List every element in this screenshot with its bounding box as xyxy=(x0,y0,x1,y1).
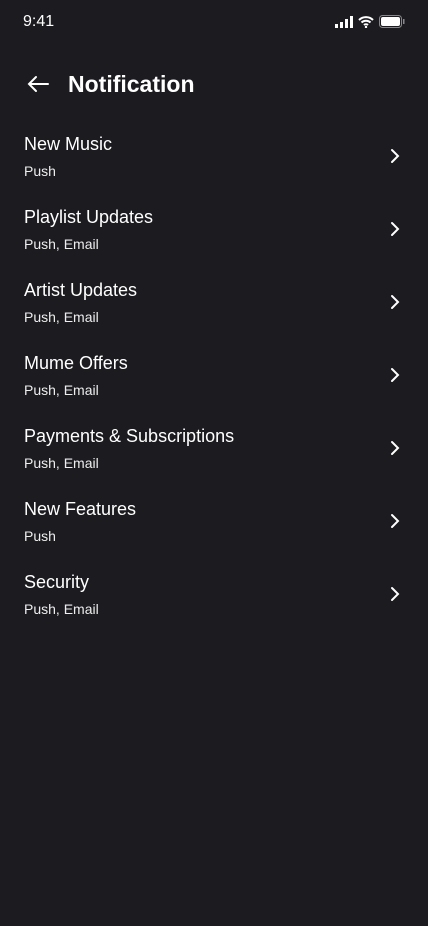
item-title: Security xyxy=(24,572,90,592)
item-subtitle: Push, Email xyxy=(24,455,99,471)
header: Notification xyxy=(24,64,195,104)
item-title: Artist Updates xyxy=(24,280,138,300)
notification-item[interactable]: New Music Push xyxy=(0,130,428,203)
battery-icon xyxy=(379,15,405,28)
signal-icon xyxy=(335,15,353,28)
notification-list: for(let i=0;i<7;i++){document.write('<di… xyxy=(0,130,428,641)
item-subtitle: Push, Email xyxy=(24,236,99,252)
item-subtitle: Push, Email xyxy=(24,309,99,325)
page-title: Notification xyxy=(68,70,195,97)
item-subtitle: Push, Email xyxy=(24,601,99,617)
chevron-right-icon xyxy=(391,222,400,236)
back-arrow-icon[interactable] xyxy=(24,70,52,98)
item-title: Mume Offers xyxy=(24,353,128,373)
status-bar: 9:41 xyxy=(0,0,428,44)
chevron-right-icon xyxy=(391,514,400,528)
chevron-right-icon xyxy=(391,441,400,455)
item-title: New Features xyxy=(24,499,137,519)
chevron-right-icon xyxy=(391,149,400,163)
notification-item[interactable]: Playlist Updates Push, Email xyxy=(0,203,428,276)
wifi-icon xyxy=(358,15,374,28)
notification-item[interactable]: Security Push, Email xyxy=(0,568,428,641)
item-subtitle: Push, Email xyxy=(24,382,99,398)
notification-item[interactable]: Artist Updates Push, Email xyxy=(0,276,428,349)
notification-item[interactable]: Payments & Subscriptions Push, Email xyxy=(0,422,428,495)
chevron-right-icon xyxy=(391,295,400,309)
item-subtitle: Push xyxy=(24,163,56,179)
chevron-right-icon xyxy=(391,587,400,601)
chevron-right-icon xyxy=(391,368,400,382)
item-title: Playlist Updates xyxy=(24,207,154,227)
item-title: New Music xyxy=(24,134,113,154)
notification-item[interactable]: New Features Push xyxy=(0,495,428,568)
item-subtitle: Push xyxy=(24,528,56,544)
status-time: 9:41 xyxy=(23,13,55,30)
notification-item[interactable]: Mume Offers Push, Email xyxy=(0,349,428,422)
item-title: Payments & Subscriptions xyxy=(24,426,235,446)
